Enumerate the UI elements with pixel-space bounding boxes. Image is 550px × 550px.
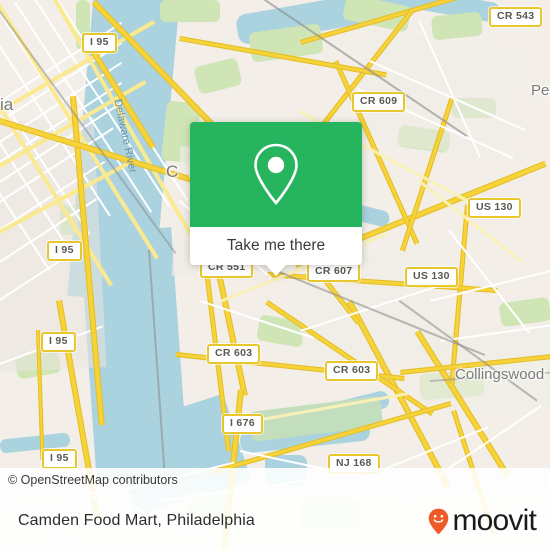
take-me-there-button[interactable]: Take me there	[227, 237, 325, 255]
road-shield-i95-bottom[interactable]: I 95	[42, 449, 77, 469]
place-label-pennsauken: Pe	[531, 82, 550, 99]
map-screen: Delaware River ia C Collingswood Pe CR 5…	[0, 0, 550, 550]
place-title: Camden Food Mart, Philadelphia	[18, 512, 255, 529]
moovit-logo[interactable]: moovit	[428, 504, 537, 537]
moovit-smiley-pin-icon	[428, 508, 449, 535]
road-shield-cr543[interactable]: CR 543	[489, 7, 543, 27]
place-label-camden: C	[166, 162, 179, 181]
road-shield-cr603-east[interactable]: CR 603	[325, 361, 379, 381]
popup-pointer-tail	[265, 264, 287, 276]
road-shield-i95-mid[interactable]: I 95	[47, 241, 82, 261]
attribution-text[interactable]: © OpenStreetMap contributors	[8, 473, 178, 487]
location-pin-icon	[254, 143, 298, 205]
place-label-collingswood: Collingswood	[455, 366, 545, 383]
map-attribution-bar: © OpenStreetMap contributors	[0, 468, 550, 492]
road-shield-cr609[interactable]: CR 609	[352, 92, 406, 112]
place-popup-card[interactable]: Take me there	[190, 122, 362, 276]
road-shield-i95-south[interactable]: I 95	[41, 332, 76, 352]
park-north-1	[160, 0, 220, 22]
road-shield-cr603-west[interactable]: CR 603	[207, 344, 261, 364]
bottom-info-bar: Camden Food Mart, Philadelphia moovit	[0, 492, 550, 550]
popup-header	[190, 122, 362, 227]
place-label-philadelphia: ia	[0, 95, 14, 114]
road-shield-us130-south[interactable]: US 130	[405, 267, 458, 287]
popup-action-area[interactable]: Take me there	[190, 227, 362, 265]
road-shield-i676[interactable]: I 676	[222, 414, 263, 434]
road-shield-us130-north[interactable]: US 130	[468, 198, 521, 218]
road-shield-cr607[interactable]: CR 607	[307, 262, 361, 282]
moovit-wordmark: moovit	[452, 504, 536, 537]
road-shield-i95-north[interactable]: I 95	[82, 33, 117, 53]
